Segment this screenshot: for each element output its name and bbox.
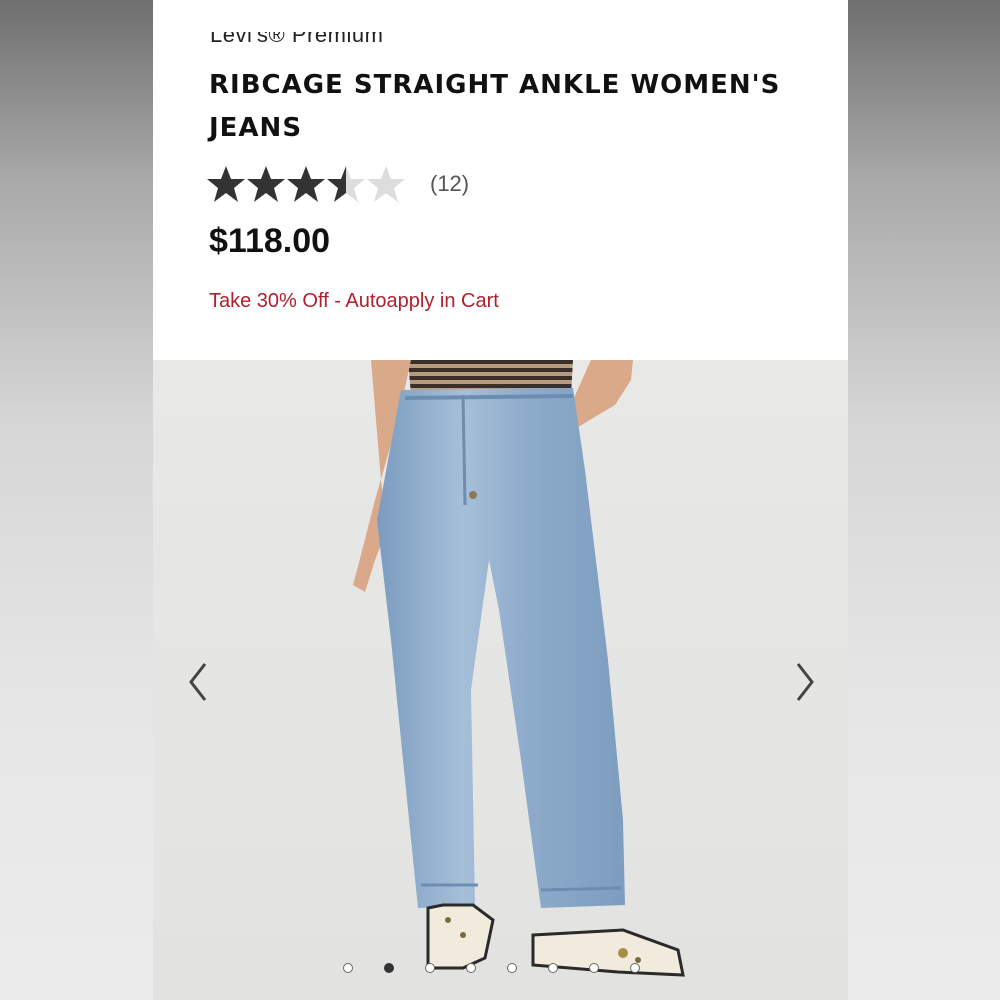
product-image-gallery[interactable] [153,360,848,1000]
gallery-dot[interactable] [384,963,394,973]
star-icon [287,166,325,202]
gallery-pagination-dots [343,963,671,973]
brand-logo [458,0,542,4]
star-icon [327,166,365,202]
review-count[interactable]: (12) [430,171,469,197]
background-left [0,0,153,1000]
product-title: RIBCAGE STRAIGHT ANKLE WOMEN'S JEANS [209,70,781,143]
product-price: $118.00 [209,222,331,260]
gallery-dot[interactable] [548,963,558,973]
star-icon [207,166,245,202]
product-photo [153,360,848,1000]
product-page: Levi's® Premium RIBCAGE STRAIGHT ANKLE W… [153,0,848,1000]
star-icon [247,166,285,202]
gallery-dot[interactable] [466,963,476,973]
gallery-dot[interactable] [589,963,599,973]
chevron-right-icon[interactable] [790,660,820,704]
gallery-dot[interactable] [630,963,640,973]
chevron-left-icon[interactable] [183,660,213,704]
gallery-dot[interactable] [343,963,353,973]
background-right [848,0,1000,1000]
promo-text: Take 30% Off - Autoapply in Cart [209,290,499,312]
rating-stars [206,164,406,204]
star-icon [367,166,405,202]
gallery-dot[interactable] [507,963,517,973]
brand-name[interactable]: Levi's® Premium [210,32,383,48]
gallery-dot[interactable] [425,963,435,973]
rating[interactable]: (12) [206,164,469,204]
